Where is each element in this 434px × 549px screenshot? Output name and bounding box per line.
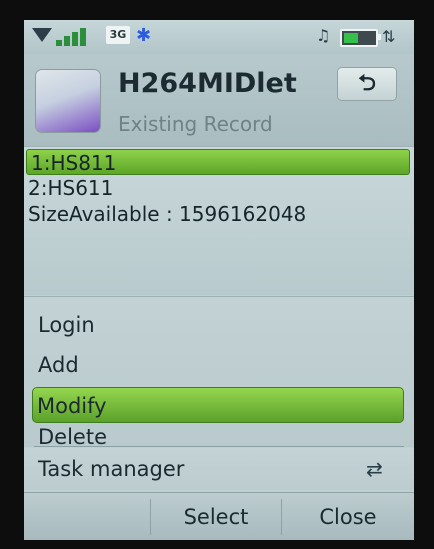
app-title: H264MIDlet bbox=[118, 68, 297, 99]
menu-item-delete[interactable]: Delete bbox=[34, 427, 404, 448]
task-manager-label: Task manager bbox=[38, 457, 185, 481]
network-type-badge: 3G bbox=[106, 26, 130, 44]
phone-screen: 3G ✱ ♫ ⇅ H264MIDlet Existing Record ⮌ 1:… bbox=[24, 20, 414, 540]
battery-level bbox=[344, 33, 358, 43]
app-subtitle: Existing Record bbox=[118, 112, 273, 136]
size-available-text: SizeAvailable : 1596162048 bbox=[28, 202, 307, 226]
back-arrow-icon: ⮌ bbox=[358, 71, 376, 96]
menu-divider bbox=[34, 446, 404, 447]
close-softkey[interactable]: Close bbox=[282, 493, 414, 540]
battery-icon bbox=[340, 29, 381, 47]
record-item-2[interactable]: 2:HS611 bbox=[24, 175, 414, 201]
menu-item-login[interactable]: Login bbox=[34, 307, 404, 343]
select-softkey[interactable]: Select bbox=[151, 493, 281, 540]
sync-icon: ⇅ bbox=[382, 27, 396, 46]
task-manager-item[interactable]: Task manager ⇄ bbox=[24, 448, 414, 490]
left-softkey[interactable] bbox=[24, 493, 150, 540]
menu-item-add[interactable]: Add bbox=[34, 347, 404, 383]
record-item-1[interactable]: 1:HS811 bbox=[26, 149, 410, 175]
softkey-bar: Select Close bbox=[24, 492, 414, 540]
back-button[interactable]: ⮌ bbox=[338, 68, 396, 100]
signal-indicator-icon bbox=[32, 28, 52, 42]
task-switch-icon: ⇄ bbox=[366, 457, 383, 481]
signal-bars-icon bbox=[56, 26, 92, 46]
app-icon bbox=[36, 70, 100, 132]
app-header: H264MIDlet Existing Record ⮌ bbox=[24, 54, 414, 147]
options-menu: Login Add Modify Delete bbox=[24, 296, 414, 448]
bluetooth-icon: ✱ bbox=[136, 25, 152, 46]
phone-frame: 3G ✱ ♫ ⇅ H264MIDlet Existing Record ⮌ 1:… bbox=[0, 0, 434, 549]
record-list: 1:HS811 2:HS611 SizeAvailable : 15961620… bbox=[24, 147, 414, 295]
menu-item-modify[interactable]: Modify bbox=[32, 387, 404, 423]
status-bar: 3G ✱ ♫ ⇅ bbox=[24, 20, 414, 54]
alarm-icon: ♫ bbox=[316, 26, 331, 45]
